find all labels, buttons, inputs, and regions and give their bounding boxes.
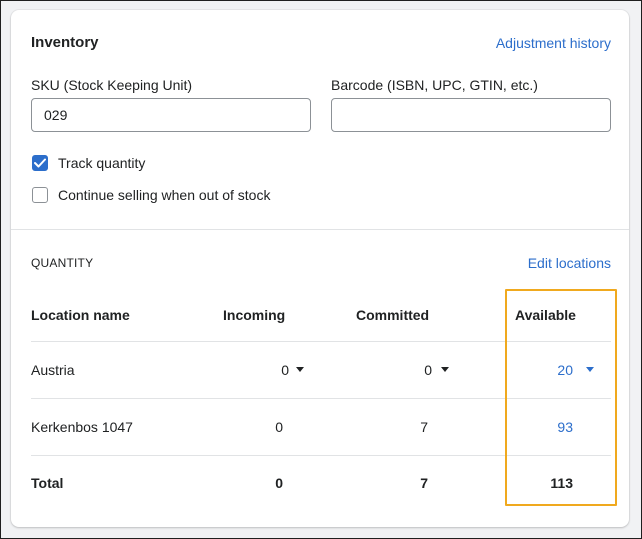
continue-selling-checkbox[interactable] xyxy=(32,187,48,203)
sku-label: SKU (Stock Keeping Unit) xyxy=(31,77,193,93)
quantity-section-label: QUANTITY xyxy=(31,256,94,270)
row-kerkenbos-location: Kerkenbos 1047 xyxy=(31,419,133,435)
total-committed: 7 xyxy=(420,475,428,491)
committed-dropdown-caret-icon[interactable] xyxy=(441,367,449,372)
continue-selling-checkbox-row[interactable]: Continue selling when out of stock xyxy=(32,187,270,203)
column-header-available: Available xyxy=(515,307,576,323)
row-austria-location: Austria xyxy=(31,362,75,378)
barcode-input[interactable] xyxy=(331,98,611,132)
card-title: Inventory xyxy=(31,34,99,51)
table-row-divider xyxy=(31,398,611,399)
column-header-committed: Committed xyxy=(356,307,430,323)
barcode-label: Barcode (ISBN, UPC, GTIN, etc.) xyxy=(331,77,538,93)
row-austria-incoming[interactable]: 0 xyxy=(269,362,289,378)
track-quantity-checkbox[interactable] xyxy=(32,155,48,171)
section-divider xyxy=(11,229,629,230)
available-dropdown-caret-icon[interactable] xyxy=(586,367,594,372)
column-header-location: Location name xyxy=(31,307,130,323)
continue-selling-label: Continue selling when out of stock xyxy=(58,187,271,203)
row-austria-committed[interactable]: 0 xyxy=(412,362,432,378)
row-austria-available[interactable]: 20 xyxy=(551,362,573,378)
total-available: 113 xyxy=(550,475,573,491)
row-kerkenbos-committed: 7 xyxy=(420,419,428,435)
inventory-card: Inventory Adjustment history SKU (Stock … xyxy=(11,10,629,527)
incoming-dropdown-caret-icon[interactable] xyxy=(296,367,304,372)
table-row-divider xyxy=(31,455,611,456)
total-incoming: 0 xyxy=(275,475,283,491)
table-row-divider xyxy=(31,341,611,342)
edit-locations-link[interactable]: Edit locations xyxy=(528,255,611,271)
sku-input[interactable] xyxy=(31,98,311,132)
track-quantity-checkbox-row[interactable]: Track quantity xyxy=(32,155,145,171)
row-kerkenbos-available[interactable]: 93 xyxy=(551,419,573,435)
track-quantity-label: Track quantity xyxy=(58,155,146,171)
checkmark-icon xyxy=(34,158,46,168)
adjustment-history-link[interactable]: Adjustment history xyxy=(496,35,611,51)
row-kerkenbos-incoming: 0 xyxy=(275,419,283,435)
total-label: Total xyxy=(31,475,64,491)
column-header-incoming: Incoming xyxy=(223,307,286,323)
